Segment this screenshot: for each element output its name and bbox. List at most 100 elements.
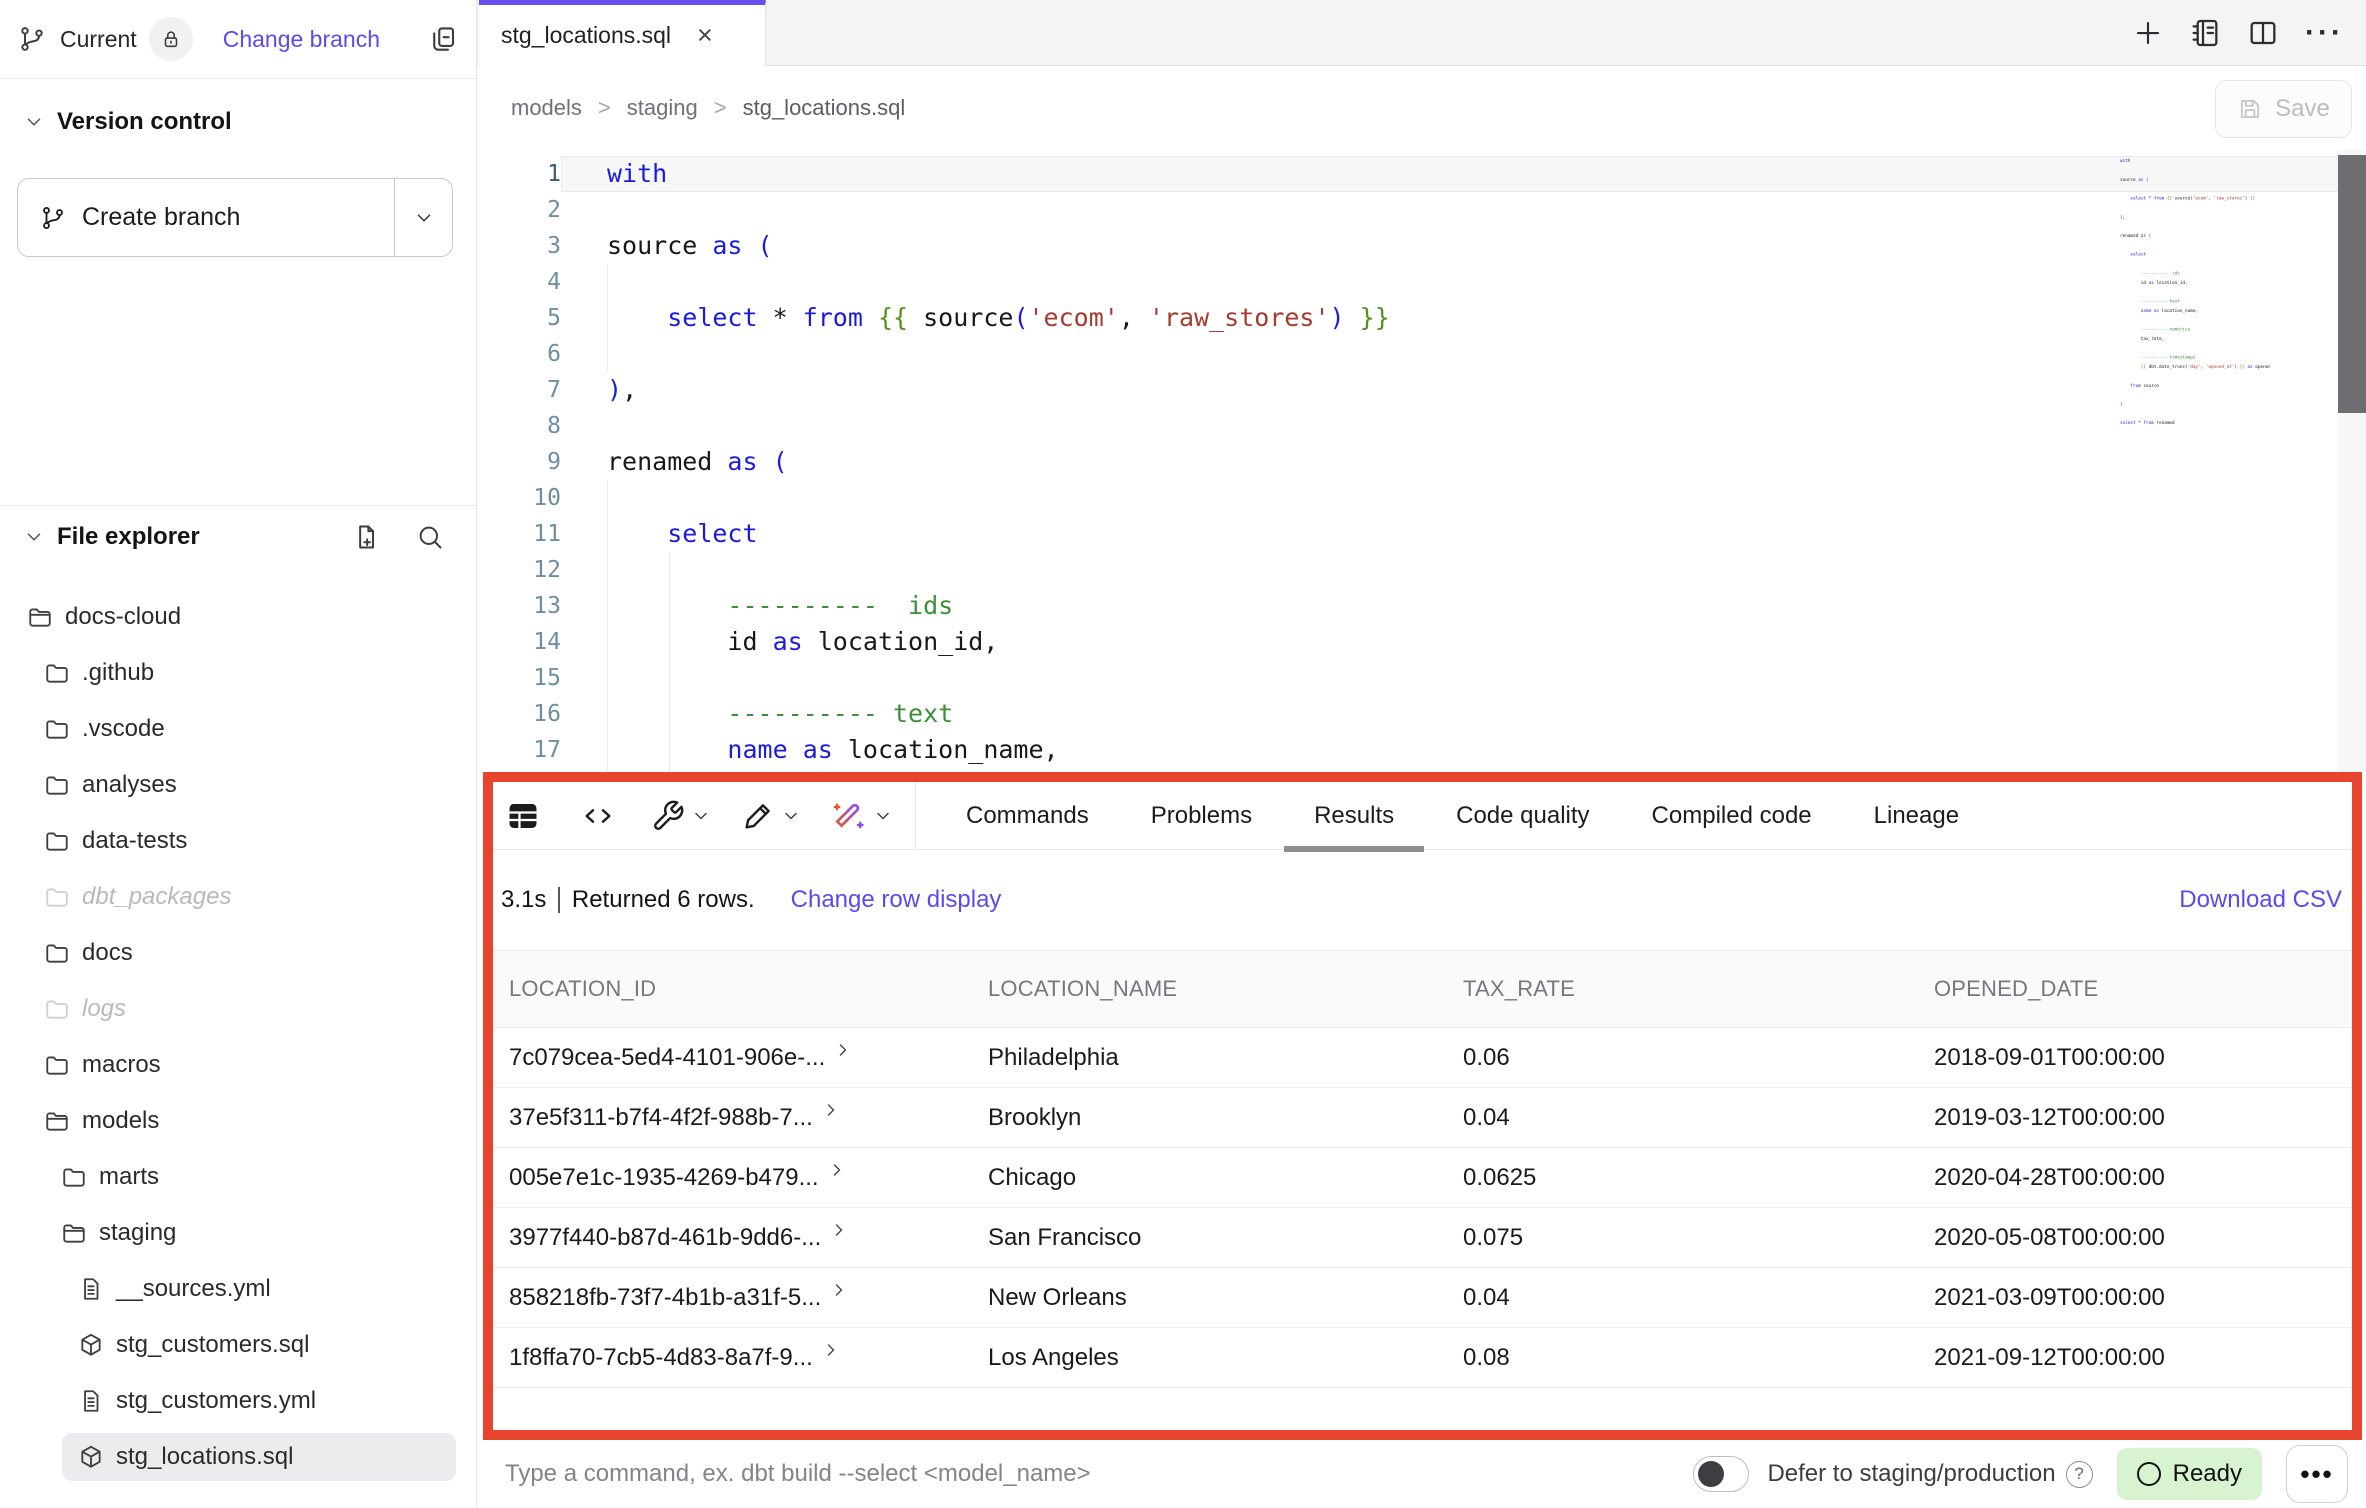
chevron-down-icon[interactable] bbox=[781, 806, 801, 826]
minimap[interactable]: with source as ( select * from {{ source… bbox=[2120, 156, 2270, 596]
code-line: 5 select * from {{ source('ecom', 'raw_s… bbox=[477, 300, 2366, 336]
download-csv-link[interactable]: Download CSV bbox=[2179, 886, 2342, 914]
code-line: 9renamed as ( bbox=[477, 444, 2366, 480]
file-tree-item-stg-customers-sql[interactable]: stg_customers.sql bbox=[0, 1317, 476, 1373]
results-status-row: 3.1s Returned 6 rows. Change row display… bbox=[493, 850, 2352, 950]
model-icon bbox=[78, 1444, 104, 1470]
split-pane-icon[interactable] bbox=[2247, 17, 2279, 49]
status-circle-icon bbox=[2137, 1462, 2161, 1486]
line-number: 4 bbox=[477, 264, 561, 300]
table-cell: 2018-09-01T00:00:00 bbox=[1918, 1044, 2352, 1072]
compile-code-icon[interactable] bbox=[581, 799, 615, 833]
expand-cell-icon[interactable] bbox=[821, 1344, 841, 1360]
table-row: 3977f440-b87d-461b-9dd6-...San Francisco… bbox=[493, 1208, 2352, 1268]
expand-cell-icon[interactable] bbox=[827, 1164, 847, 1180]
version-control-header[interactable]: Version control bbox=[0, 100, 476, 144]
code-line: 12 bbox=[477, 552, 2366, 588]
file-tree-item-marts[interactable]: marts bbox=[0, 1149, 476, 1205]
editor-scrollbar-thumb[interactable] bbox=[2338, 155, 2366, 413]
panel-tab-lineage[interactable]: Lineage bbox=[1874, 802, 1959, 830]
defer-label: Defer to staging/production bbox=[1767, 1460, 2055, 1488]
defer-toggle[interactable] bbox=[1693, 1456, 1749, 1492]
file-tree-item-stg-locations-sql[interactable]: stg_locations.sql bbox=[0, 1429, 476, 1485]
notebook-icon[interactable] bbox=[2189, 17, 2221, 49]
table-cell: 005e7e1c-1935-4269-b479... bbox=[493, 1164, 972, 1192]
panel-toolbar: Commands Problems Results Code quality Compi… bbox=[493, 782, 2352, 850]
file-tree-item-models[interactable]: models bbox=[0, 1093, 476, 1149]
preview-table-icon[interactable] bbox=[505, 799, 541, 833]
file-tree-item-analyses[interactable]: analyses bbox=[0, 757, 476, 813]
lock-icon bbox=[149, 17, 193, 61]
file-tree-item--sources-yml[interactable]: __sources.yml bbox=[0, 1261, 476, 1317]
column-header-location_id: LOCATION_ID bbox=[493, 976, 972, 1002]
close-tab-icon[interactable]: × bbox=[697, 22, 713, 49]
line-content bbox=[561, 660, 2366, 696]
create-branch-dropdown[interactable] bbox=[394, 179, 452, 256]
new-file-icon[interactable] bbox=[352, 523, 380, 551]
folder-open-icon bbox=[44, 1108, 70, 1134]
code-editor[interactable]: 1with23source as (45 select * from {{ so… bbox=[477, 150, 2366, 772]
breadcrumb-item[interactable]: models bbox=[511, 95, 582, 121]
file-tree-item--vscode[interactable]: .vscode bbox=[0, 701, 476, 757]
breadcrumb-bar: models > staging > stg_locations.sql Sav… bbox=[477, 66, 2366, 150]
panel-tab-compiled-code[interactable]: Compiled code bbox=[1652, 802, 1812, 830]
ai-wand-icon[interactable] bbox=[831, 798, 867, 834]
file-tree-item-stg-customers-yml[interactable]: stg_customers.yml bbox=[0, 1373, 476, 1429]
panel-tab-code-quality[interactable]: Code quality bbox=[1456, 802, 1589, 830]
create-branch-button[interactable]: Create branch bbox=[17, 178, 453, 257]
file-explorer-title: File explorer bbox=[57, 523, 200, 551]
file-label: .github bbox=[82, 659, 154, 687]
build-wrench-icon[interactable] bbox=[651, 799, 685, 833]
panel-tab-commands[interactable]: Commands bbox=[966, 802, 1089, 830]
expand-cell-icon[interactable] bbox=[833, 1044, 853, 1060]
git-branch-icon bbox=[18, 25, 46, 53]
folder-open-icon bbox=[61, 1220, 87, 1246]
file-tree-item-macros[interactable]: macros bbox=[0, 1037, 476, 1093]
file-label: docs-cloud bbox=[65, 603, 181, 631]
file-tree-item-docs[interactable]: docs bbox=[0, 925, 476, 981]
expand-cell-icon[interactable] bbox=[829, 1284, 849, 1300]
new-tab-icon[interactable] bbox=[2133, 18, 2163, 48]
file-icon bbox=[78, 1388, 104, 1414]
file-tree-item-docs-cloud[interactable]: docs-cloud bbox=[0, 589, 476, 645]
command-input[interactable]: Type a command, ex. dbt build --select <… bbox=[505, 1460, 1091, 1488]
chevron-down-icon[interactable] bbox=[691, 806, 711, 826]
file-tree-item-data-tests[interactable]: data-tests bbox=[0, 813, 476, 869]
table-cell: 1f8ffa70-7cb5-4d83-8a7f-9... bbox=[493, 1344, 972, 1372]
file-tree-item--github[interactable]: .github bbox=[0, 645, 476, 701]
copy-icon[interactable] bbox=[428, 24, 458, 54]
breadcrumb-item[interactable]: staging bbox=[627, 95, 698, 121]
line-content: with bbox=[561, 156, 2366, 192]
more-options-icon[interactable]: ··· bbox=[2305, 16, 2344, 50]
editor-tab-bar: stg_locations.sql × ··· bbox=[477, 0, 2366, 66]
save-button[interactable]: Save bbox=[2215, 80, 2352, 138]
table-cell: 0.075 bbox=[1447, 1224, 1918, 1252]
line-number: 7 bbox=[477, 372, 561, 408]
search-icon[interactable] bbox=[416, 523, 444, 551]
chevron-down-icon[interactable] bbox=[873, 806, 893, 826]
help-icon[interactable]: ? bbox=[2066, 1461, 2093, 1488]
file-tree-item-dbt-packages[interactable]: dbt_packages bbox=[0, 869, 476, 925]
panel-tab-problems[interactable]: Problems bbox=[1151, 802, 1252, 830]
folder-icon bbox=[44, 940, 70, 966]
ide-status-badge[interactable]: Ready bbox=[2117, 1448, 2262, 1500]
rows-returned: Returned 6 rows. bbox=[572, 886, 755, 914]
table-cell: 0.04 bbox=[1447, 1284, 1918, 1312]
tab-stg-locations-sql[interactable]: stg_locations.sql × bbox=[479, 0, 766, 66]
code-line: 16 ---------- text bbox=[477, 696, 2366, 732]
line-content: id as location_id, bbox=[561, 624, 2366, 660]
expand-cell-icon[interactable] bbox=[829, 1224, 849, 1240]
more-actions-button[interactable]: ••• bbox=[2286, 1445, 2348, 1503]
change-row-display-link[interactable]: Change row display bbox=[791, 886, 1002, 914]
file-tree-item-staging[interactable]: staging bbox=[0, 1205, 476, 1261]
breadcrumb-separator: > bbox=[714, 95, 727, 121]
panel-tab-results[interactable]: Results bbox=[1314, 802, 1394, 830]
tab-title: stg_locations.sql bbox=[501, 22, 671, 49]
code-line: 13 ---------- ids bbox=[477, 588, 2366, 624]
expand-cell-icon[interactable] bbox=[821, 1104, 841, 1120]
format-brush-icon[interactable] bbox=[741, 799, 775, 833]
file-tree: docs-cloud .github .vscodeanalysesdata-tes… bbox=[0, 589, 476, 1485]
file-tree-item-logs[interactable]: logs bbox=[0, 981, 476, 1037]
change-branch-link[interactable]: Change branch bbox=[223, 26, 380, 53]
folder-open-icon bbox=[27, 604, 53, 630]
